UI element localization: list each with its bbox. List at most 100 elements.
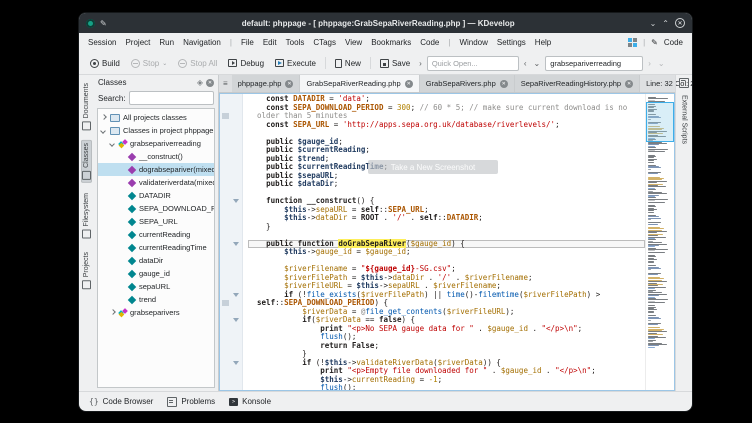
menu-window[interactable]: Window	[459, 38, 487, 47]
fold-arrow-icon[interactable]	[233, 318, 239, 322]
editor-tab[interactable]: GrabSepaRiverReading.php✕	[300, 75, 419, 92]
kdevelop-logo-icon	[86, 19, 95, 28]
tree-indent	[119, 167, 125, 173]
tree-item[interactable]: grabseparivers	[98, 306, 214, 319]
tree-item[interactable]: currentReadingTime	[98, 241, 214, 254]
menu-right-separator: |	[643, 38, 645, 47]
close-tab-icon[interactable]: ✕	[625, 80, 633, 88]
minimap-line	[648, 242, 662, 243]
tree-item[interactable]: dograbsepariver(mixed)	[98, 163, 214, 176]
method-icon	[128, 178, 136, 186]
tree-item[interactable]: validateriverdata(mixed)	[98, 176, 214, 189]
toolbar-overflow-chevron[interactable]: ›	[417, 59, 424, 68]
menu-bookmarks[interactable]: Bookmarks	[371, 38, 411, 47]
fold-arrow-icon[interactable]	[233, 361, 239, 365]
menu-file[interactable]: File	[241, 38, 254, 47]
panel-options-icon[interactable]: ◈	[197, 78, 203, 87]
dock-tab-filesystem[interactable]: Filesystem	[81, 190, 92, 241]
tree-item[interactable]: gauge_id	[98, 267, 214, 280]
menu-run[interactable]: Run	[159, 38, 174, 47]
code-area-button[interactable]: Code	[664, 38, 683, 47]
execute-button[interactable]: Execute	[271, 57, 320, 70]
dock-tab-classes[interactable]: Classes	[81, 140, 92, 183]
external-scripts-icon[interactable]	[679, 78, 689, 88]
editor-tab[interactable]: GrabSepaRivers.php✕	[420, 75, 515, 92]
dock-tab-code-browser[interactable]: {}Code Browser	[89, 397, 153, 406]
dock-tab-external-scripts[interactable]: External Scripts	[680, 93, 689, 146]
close-window-icon[interactable]: ✕	[675, 18, 685, 28]
code-editor[interactable]: const DATADIR = 'data'; const SEPA_DOWNL…	[219, 93, 675, 391]
tree-item[interactable]: dataDir	[98, 254, 214, 267]
tree-item[interactable]: SEPA_DOWNLOAD_PERIOD	[98, 202, 214, 215]
code-text-area[interactable]: const DATADIR = 'data'; const SEPA_DOWNL…	[243, 94, 645, 390]
tree-item[interactable]: SEPA_URL	[98, 215, 214, 228]
dock-tab-konsole[interactable]: >Konsole	[229, 397, 271, 406]
titlebar[interactable]: ✎ default: phppage - [ phppage:GrabSepaR…	[79, 13, 692, 33]
new-button[interactable]: New	[331, 57, 365, 70]
minimap-viewport[interactable]	[646, 102, 674, 142]
menu-tools[interactable]: Tools	[286, 38, 305, 47]
tree-item[interactable]: trend	[98, 293, 214, 306]
symbol-search-input[interactable]	[545, 56, 643, 71]
panel-close-icon[interactable]: ✕	[206, 79, 214, 87]
area-switcher-icon[interactable]	[628, 38, 637, 47]
editor-tab[interactable]: phppage.php✕	[232, 75, 301, 92]
menu-project[interactable]: Project	[125, 38, 150, 47]
tree-item[interactable]: currentReading	[98, 228, 214, 241]
tree-indent	[119, 284, 125, 290]
menu-ctags[interactable]: CTags	[313, 38, 336, 47]
gutter-row	[220, 350, 242, 359]
classes-search-input[interactable]	[129, 91, 214, 105]
menu-settings[interactable]: Settings	[497, 38, 526, 47]
close-tab-icon[interactable]: ✕	[285, 80, 293, 88]
gutter-row	[220, 384, 242, 393]
tree-item[interactable]: __construct()	[98, 150, 214, 163]
menu-view[interactable]: View	[345, 38, 362, 47]
tree-item[interactable]: sepaURL	[98, 280, 214, 293]
fold-arrow-icon[interactable]	[233, 199, 239, 203]
nav-back-icon[interactable]: ‹	[522, 59, 529, 68]
dock-tab-projects[interactable]: Projects	[81, 249, 92, 292]
chevron-right-icon[interactable]	[101, 115, 107, 121]
build-button[interactable]: Build	[86, 57, 124, 70]
gutter-row	[220, 299, 242, 308]
tree-item[interactable]: All projects classes	[98, 111, 214, 124]
close-tab-icon[interactable]: ✕	[500, 80, 508, 88]
menu-navigation[interactable]: Navigation	[183, 38, 221, 47]
minimap-scrollbar[interactable]	[645, 94, 674, 390]
chevron-down-icon[interactable]	[110, 141, 116, 147]
tree-item[interactable]: grabsepariverreading	[98, 137, 214, 150]
close-tab-icon[interactable]: ✕	[405, 80, 413, 88]
menu-session[interactable]: Session	[88, 38, 116, 47]
gutter-row	[220, 121, 242, 130]
nav-forward-down-icon[interactable]: ⌄	[656, 59, 667, 68]
screenshot-tooltip: Take a New Screenshot	[368, 160, 498, 174]
fold-arrow-icon[interactable]	[233, 293, 239, 297]
field-icon	[128, 295, 136, 303]
minimize-icon[interactable]: ⌄	[650, 19, 657, 28]
gutter-row	[220, 308, 242, 317]
screen-background: ✎ default: phppage - [ phppage:GrabSepaR…	[0, 0, 752, 423]
menu-help[interactable]: Help	[535, 38, 551, 47]
tree-item[interactable]: DATADIR	[98, 189, 214, 202]
quick-open-input[interactable]	[427, 56, 519, 71]
menu-code[interactable]: Code	[420, 38, 439, 47]
editor-tabbar: ≡ phppage.php✕GrabSepaRiverReading.php✕G…	[219, 75, 675, 93]
dock-tab-documents[interactable]: Documents	[81, 80, 92, 133]
maximize-icon[interactable]: ⌃	[662, 19, 669, 28]
tree-item[interactable]: Classes in project phppage	[98, 124, 214, 137]
menu-edit[interactable]: Edit	[263, 38, 277, 47]
save-button[interactable]: Save	[376, 57, 414, 70]
editor-tab[interactable]: SepaRiverReadingHistory.php✕	[515, 75, 640, 92]
nav-forward-icon[interactable]: ›	[646, 59, 653, 68]
chevron-down-icon[interactable]	[101, 128, 107, 134]
editor-gutter[interactable]	[220, 94, 243, 390]
fold-arrow-icon[interactable]	[233, 242, 239, 246]
chevron-right-icon[interactable]	[110, 310, 116, 316]
document-list-icon[interactable]: ≡	[219, 75, 232, 92]
tree-indent	[119, 206, 125, 212]
debug-button[interactable]: Debug	[224, 57, 268, 70]
nav-down-icon[interactable]: ⌄	[532, 59, 543, 68]
class-icon	[119, 309, 127, 317]
dock-tab-problems[interactable]: Problems	[167, 397, 215, 407]
